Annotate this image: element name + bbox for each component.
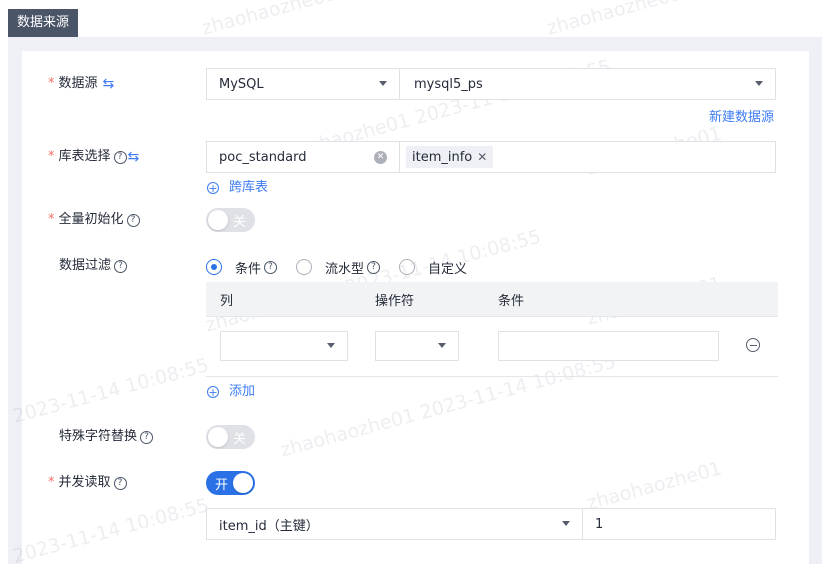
plus-circle-icon: + — [207, 181, 219, 195]
help-icon[interactable]: ? — [113, 476, 127, 490]
operator-select[interactable] — [375, 331, 459, 361]
clear-icon[interactable]: ✕ — [374, 151, 387, 164]
help-icon[interactable]: ? — [264, 260, 278, 274]
radio-condition[interactable]: 条件 ? — [206, 258, 278, 277]
datasource-type-value: MySQL — [219, 76, 264, 92]
table-multiselect[interactable]: item_info ✕ — [399, 141, 776, 173]
switch-text: 关 — [233, 214, 247, 230]
switch-icon[interactable]: ⇆ — [128, 147, 140, 167]
full-init-switch[interactable]: 关 — [206, 208, 255, 232]
help-icon[interactable]: ? — [140, 430, 154, 444]
datasource-label-row: * 数据源 ⇆ — [48, 74, 114, 94]
close-icon[interactable]: ✕ — [477, 150, 487, 164]
datasource-type-select[interactable]: MySQL — [206, 68, 400, 100]
required-mark: * — [48, 212, 55, 227]
table-select-label: 库表选择 — [58, 149, 111, 164]
add-filter-label: 添加 — [229, 384, 256, 399]
required-mark: * — [48, 76, 55, 91]
condition-input[interactable] — [498, 331, 719, 361]
plus-circle-icon: + — [207, 385, 219, 399]
help-icon[interactable]: ? — [126, 213, 140, 227]
help-icon[interactable]: ? — [367, 260, 381, 274]
new-datasource-link[interactable]: 新建数据源 — [709, 108, 774, 128]
table-tag-label: item_info — [412, 149, 473, 165]
special-char-switch[interactable]: 关 — [206, 425, 255, 449]
help-icon[interactable]: ? — [113, 150, 127, 164]
switch-knob — [208, 427, 228, 447]
radio-label: 流水型 — [325, 261, 365, 277]
table-tag: item_info ✕ — [406, 146, 494, 168]
chevron-down-icon — [755, 81, 763, 86]
radio-label: 条件 — [235, 261, 262, 277]
datasource-label: 数据源 — [58, 76, 98, 91]
filter-table-header: 列 操作符 条件 — [206, 282, 778, 317]
cross-db-link[interactable]: + 跨库表 — [207, 178, 268, 198]
chevron-down-icon — [438, 343, 446, 348]
special-char-label-row: 特殊字符替换 ? — [48, 427, 154, 447]
required-mark: * — [48, 475, 55, 490]
required-mark: * — [48, 149, 55, 164]
column-header: 操作符 — [375, 294, 415, 309]
switch-knob — [208, 210, 228, 230]
data-filter-label-row: 数据过滤 ? — [48, 256, 128, 276]
chevron-down-icon — [327, 343, 335, 348]
cross-db-link-label: 跨库表 — [229, 180, 269, 195]
radio-custom[interactable]: 自定义 — [399, 258, 467, 277]
datasource-instance-select[interactable]: mysql5_ps — [399, 68, 776, 100]
split-key-value: item_id（主键） — [219, 518, 319, 534]
radio-unchecked-icon — [296, 259, 313, 275]
chevron-down-icon — [562, 521, 570, 526]
switch-text: 开 — [215, 477, 229, 493]
radio-label: 自定义 — [428, 261, 468, 277]
switch-knob — [233, 473, 253, 493]
full-init-label-row: * 全量初始化 ? — [48, 210, 140, 230]
table-select-label-row: * 库表选择 ? ⇆ — [48, 147, 139, 167]
filter-type-radio-group: 条件 ? 流水型 ? 自定义 — [206, 258, 486, 277]
radio-unchecked-icon — [399, 259, 416, 275]
full-init-label: 全量初始化 — [58, 212, 124, 227]
section-title: 数据来源 — [8, 9, 79, 37]
column-header: 条件 — [498, 294, 525, 309]
switch-text: 关 — [233, 431, 247, 447]
database-select[interactable]: poc_standard ✕ — [206, 141, 400, 173]
help-icon[interactable]: ? — [114, 259, 128, 273]
watermark: zhaohaozhe01 — [544, 0, 684, 40]
column-header: 列 — [220, 294, 234, 309]
data-filter-label: 数据过滤 — [59, 258, 112, 273]
database-value: poc_standard — [219, 149, 307, 165]
concurrent-read-label: 并发读取 — [58, 475, 111, 490]
watermark: zhaohaozhe01 — [199, 0, 339, 40]
radio-stream[interactable]: 流水型 ? — [296, 258, 381, 277]
concurrent-read-switch[interactable]: 开 — [206, 471, 255, 495]
split-key-select[interactable]: item_id（主键） — [206, 508, 583, 540]
switch-icon[interactable]: ⇆ — [103, 74, 115, 94]
add-filter-link[interactable]: + 添加 — [207, 382, 255, 402]
datasource-instance-value: mysql5_ps — [414, 76, 483, 92]
column-select[interactable] — [220, 331, 348, 361]
radio-checked-icon — [206, 259, 222, 275]
chevron-down-icon — [379, 81, 387, 86]
remove-row-icon[interactable] — [746, 338, 760, 352]
concurrency-input[interactable]: 1 — [582, 508, 776, 540]
concurrency-value: 1 — [595, 516, 604, 532]
special-char-label: 特殊字符替换 — [59, 429, 138, 444]
concurrent-read-label-row: * 并发读取 ? — [48, 473, 127, 493]
